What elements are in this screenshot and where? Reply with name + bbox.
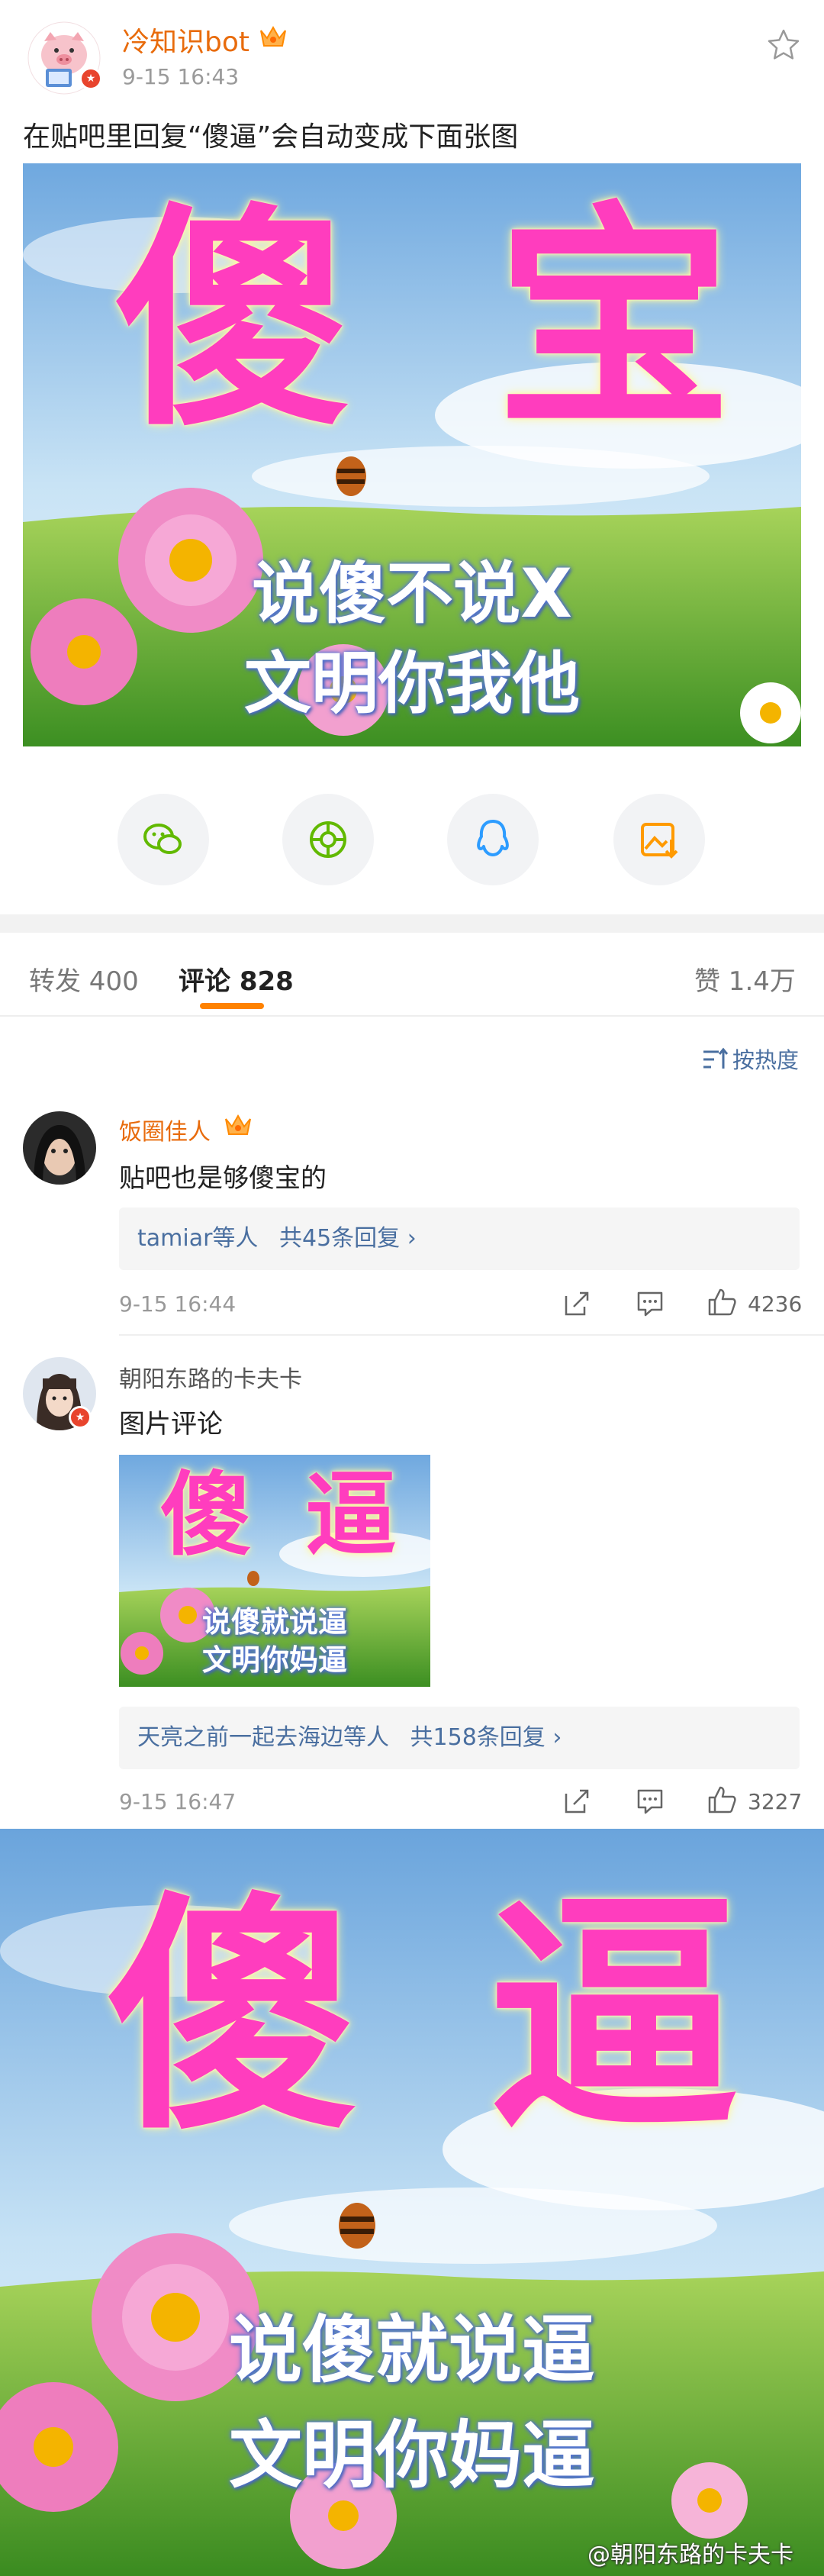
meme-line-1: 说傻不说X (252, 554, 572, 633)
reply-count: 共45条回复 › (278, 1225, 417, 1252)
post-text: 在贴吧里回复“傻逼”会自动变成下面张图 (23, 121, 519, 153)
meme-big-char-right: 逼 (488, 1868, 740, 2164)
sort-icon (703, 1047, 728, 1069)
comment-time: 9-15 16:44 (119, 1291, 237, 1317)
like-count: 4236 (748, 1291, 803, 1317)
share-bar (0, 794, 824, 885)
meme-big-char-left: 傻 (114, 181, 351, 459)
user-avatar-icon (23, 1111, 96, 1185)
meme-big-char-left: 傻 (160, 1461, 252, 1568)
like-icon[interactable] (707, 1287, 737, 1317)
reply-users: 天亮之前一起去海边等人 (137, 1724, 389, 1751)
tab-like[interactable]: 赞 1.4万 (694, 960, 796, 998)
moments-icon (310, 821, 346, 858)
comment-text: 图片评论 (119, 1409, 223, 1440)
comment-image[interactable]: 傻 逼 说傻就说逼 文明你妈逼 (119, 1455, 430, 1687)
meme-line-1: 说傻就说逼 (229, 2307, 595, 2393)
comment-time: 9-15 16:47 (119, 1789, 237, 1814)
post-image[interactable]: 傻 宝 说傻不说X 文明你我他 (23, 163, 801, 746)
weibo-watermark: @朝阳东路的卡夫卡 (587, 2542, 793, 2568)
comment-divider (119, 1334, 824, 1336)
share-qq-button[interactable] (447, 794, 539, 885)
active-tab-indicator (200, 1003, 264, 1009)
favorite-star-icon[interactable] (766, 27, 801, 63)
repost-icon[interactable] (562, 1288, 592, 1319)
verified-badge-icon: ★ (79, 67, 102, 90)
qq-icon (477, 820, 509, 856)
repost-icon[interactable] (562, 1786, 592, 1817)
comment-author[interactable]: 饭圈佳人 (119, 1113, 211, 1146)
crown-icon (225, 1114, 251, 1135)
bee-decoration (339, 2203, 375, 2249)
meme-line-2: 文明你妈逼 (201, 1643, 347, 1677)
share-moments-button[interactable] (282, 794, 374, 885)
bee-decoration (336, 456, 366, 496)
author-name[interactable]: 冷知识bot (122, 20, 249, 60)
comment-text: 贴吧也是够傻宝的 (119, 1163, 327, 1194)
tab-comment[interactable]: 评论 828 (179, 960, 294, 998)
save-image-button[interactable] (613, 794, 705, 885)
reply-users: tamiar等人 (137, 1225, 259, 1252)
reply-count: 共158条回复 › (410, 1724, 562, 1751)
post-time: 9-15 16:43 (122, 64, 240, 89)
sort-label: 按热度 (732, 1047, 800, 1073)
comment-avatar[interactable] (23, 1111, 96, 1185)
verified-badge-icon: ★ (69, 1406, 92, 1429)
like-count: 3227 (748, 1789, 803, 1814)
reply-preview[interactable]: tamiar等人 共45条回复 › (119, 1207, 800, 1270)
comment-author[interactable]: 朝阳东路的卡夫卡 (119, 1360, 302, 1394)
attached-image[interactable]: 傻 逼 说傻就说逼 文明你妈逼 (0, 1829, 824, 2576)
meme-big-char-right: 宝 (496, 181, 732, 459)
like-icon[interactable] (707, 1785, 737, 1815)
save-image-icon (641, 823, 678, 859)
tab-repost[interactable]: 转发 400 (29, 960, 139, 998)
comment-icon[interactable] (635, 1288, 665, 1319)
post-header: ★ 冷知识bot 9-15 16:43 (0, 0, 824, 114)
meme-line-2: 文明你妈逼 (229, 2413, 595, 2498)
meme-line-2: 文明你我他 (243, 644, 580, 723)
reply-preview[interactable]: 天亮之前一起去海边等人 共158条回复 › (119, 1707, 800, 1769)
meme-line-1: 说傻就说逼 (201, 1605, 347, 1639)
share-wechat-button[interactable] (117, 794, 209, 885)
wechat-icon (143, 824, 182, 854)
meme-big-char-left: 傻 (107, 1868, 359, 2164)
section-divider (0, 914, 824, 933)
crown-icon (260, 25, 286, 47)
post-tabs: 转发 400 评论 828 赞 1.4万 (0, 933, 824, 1017)
comment-icon[interactable] (635, 1786, 665, 1817)
meme-big-char-right: 逼 (305, 1461, 397, 1568)
